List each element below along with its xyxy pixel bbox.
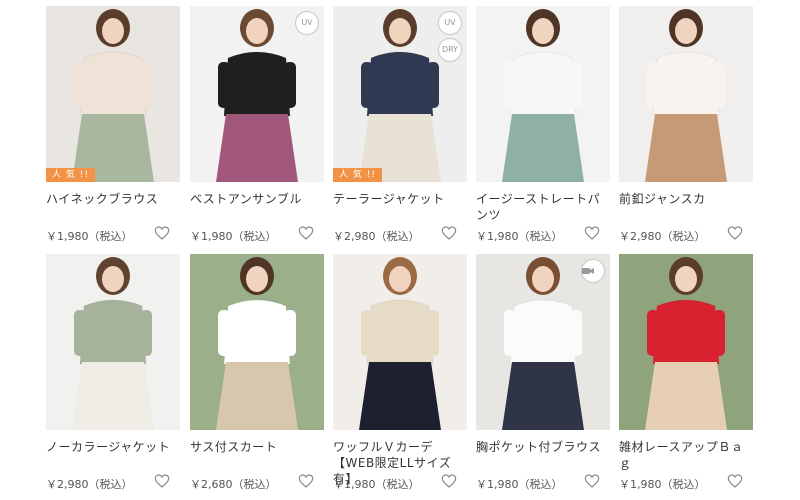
product-photo-illustration (619, 254, 753, 430)
product-name[interactable]: 胸ポケット付ブラウス (476, 439, 610, 455)
heart-outline-icon[interactable] (441, 473, 457, 489)
product-image[interactable] (190, 254, 324, 430)
product-name[interactable]: ハイネックブラウス (46, 191, 180, 207)
product-photo-illustration (333, 254, 467, 430)
product-price: ￥1,980（税込） (476, 478, 563, 491)
product-card[interactable]: UV ベストアンサンブル ￥1,980（税込） (190, 6, 324, 246)
heart-outline-icon[interactable] (154, 473, 170, 489)
popular-tag: 人 気 !! (333, 168, 382, 182)
product-price: ￥1,980（税込） (190, 230, 277, 243)
product-photo-illustration (190, 254, 324, 430)
product-price: ￥1,980（税込） (46, 230, 133, 243)
product-image[interactable] (619, 254, 753, 430)
product-price: ￥1,980（税込） (619, 478, 706, 491)
product-name[interactable]: 前釦ジャンスカ (619, 191, 753, 207)
feature-badge-dry: DRY (438, 38, 462, 62)
product-card[interactable]: 胸ポケット付ブラウス ￥1,980（税込） (476, 254, 610, 494)
heart-outline-icon[interactable] (727, 225, 743, 241)
product-image[interactable]: 人 気 !! (46, 6, 180, 182)
product-price: ￥2,680（税込） (190, 478, 277, 491)
product-name[interactable]: ノーカラージャケット (46, 439, 180, 455)
product-card[interactable]: 人 気 !! ハイネックブラウス ￥1,980（税込） (46, 6, 180, 246)
product-name[interactable]: サス付スカート (190, 439, 324, 455)
product-price: ￥2,980（税込） (333, 230, 420, 243)
heart-outline-icon[interactable] (298, 225, 314, 241)
product-image[interactable]: UV (190, 6, 324, 182)
product-photo-illustration (46, 6, 180, 182)
product-card[interactable]: イージーストレートパンツ ￥1,980（税込） (476, 6, 610, 246)
product-card[interactable]: ノーカラージャケット ￥2,980（税込） (46, 254, 180, 494)
product-image[interactable] (476, 254, 610, 430)
video-camera-icon (581, 259, 605, 283)
product-card[interactable]: サス付スカート ￥2,680（税込） (190, 254, 324, 494)
heart-outline-icon[interactable] (584, 225, 600, 241)
popular-tag: 人 気 !! (46, 168, 95, 182)
product-image[interactable] (619, 6, 753, 182)
product-price: ￥2,980（税込） (619, 230, 706, 243)
feature-badge-uv: UV (295, 11, 319, 35)
product-price: ￥1,980（税込） (333, 478, 420, 491)
product-name[interactable]: ベストアンサンブル (190, 191, 324, 207)
heart-outline-icon[interactable] (441, 225, 457, 241)
product-price: ￥2,980（税込） (46, 478, 133, 491)
product-card[interactable]: 前釦ジャンスカ ￥2,980（税込） (619, 6, 753, 246)
product-price: ￥1,980（税込） (476, 230, 563, 243)
product-photo-illustration (619, 6, 753, 182)
product-image[interactable] (333, 254, 467, 430)
heart-outline-icon[interactable] (584, 473, 600, 489)
product-image[interactable] (46, 254, 180, 430)
product-name[interactable]: イージーストレートパンツ (476, 191, 610, 223)
product-card[interactable]: ワッフルＶカーデ【WEB限定LLサイズ有】 ￥1,980（税込） (333, 254, 467, 494)
product-card[interactable]: 雑材レースアップＢａｇ ￥1,980（税込） (619, 254, 753, 494)
product-name[interactable]: 雑材レースアップＢａｇ (619, 439, 753, 471)
product-name[interactable]: テーラージャケット (333, 191, 467, 207)
product-image[interactable] (476, 6, 610, 182)
heart-outline-icon[interactable] (298, 473, 314, 489)
product-photo-illustration (476, 6, 610, 182)
heart-outline-icon[interactable] (727, 473, 743, 489)
product-image[interactable]: UV DRY 人 気 !! (333, 6, 467, 182)
product-photo-illustration (46, 254, 180, 430)
product-card[interactable]: UV DRY 人 気 !! テーラージャケット ￥2,980（税込） (333, 6, 467, 246)
heart-outline-icon[interactable] (154, 225, 170, 241)
feature-badge-uv: UV (438, 11, 462, 35)
